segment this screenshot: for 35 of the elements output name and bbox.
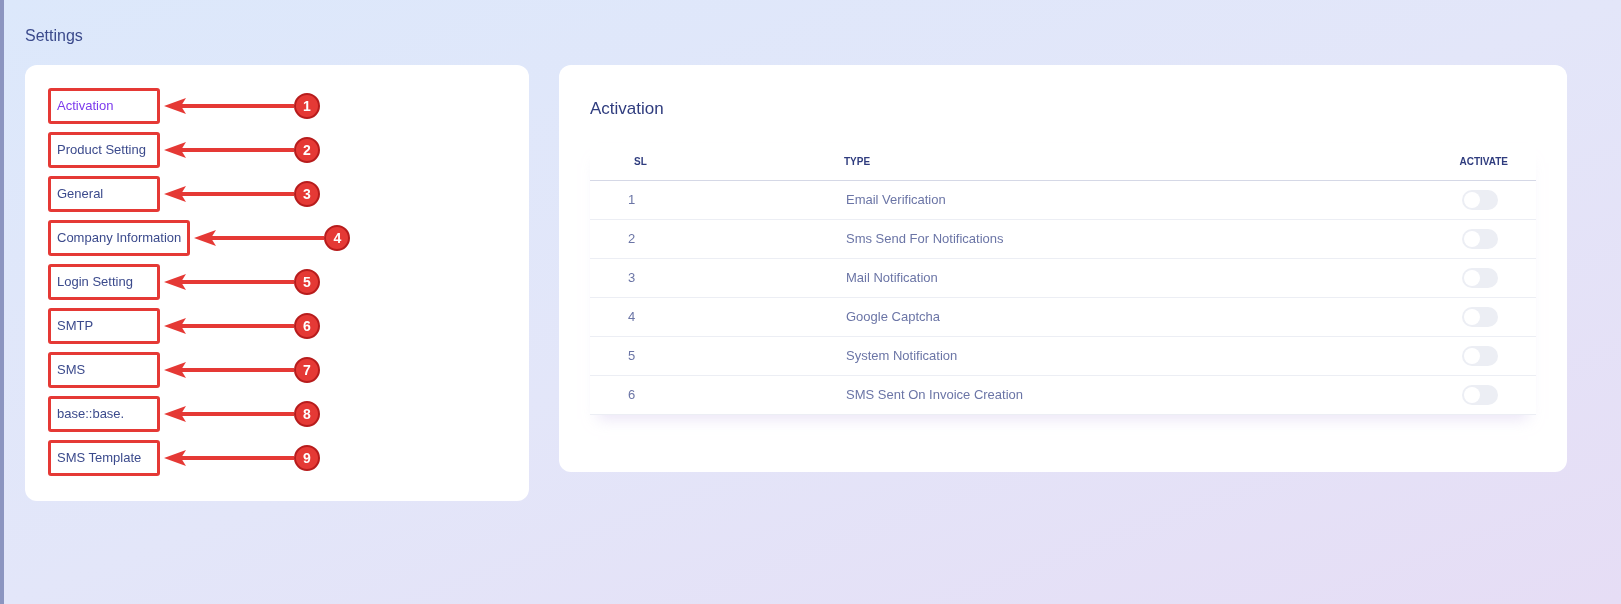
callout-badge: 9 bbox=[294, 445, 320, 471]
table-cell-text: Email Verification bbox=[846, 191, 947, 210]
panel-title: Activation bbox=[590, 98, 665, 120]
menu-item[interactable]: Company Information bbox=[48, 220, 191, 256]
menu-item[interactable]: SMS Template bbox=[48, 440, 160, 476]
table-cell-text: 3 bbox=[628, 269, 637, 288]
menu-item[interactable]: SMS bbox=[48, 352, 160, 388]
menu-item[interactable]: Product Setting bbox=[48, 132, 160, 168]
table-cell-text: System Notification bbox=[846, 347, 959, 366]
menu-item[interactable]: SMTP bbox=[48, 308, 160, 344]
page-title: Settings bbox=[25, 26, 84, 46]
callout-badge: 7 bbox=[294, 357, 320, 383]
column-header: ACTIVATE bbox=[1459, 155, 1508, 169]
callout-badge: 1 bbox=[294, 93, 320, 119]
menu-item[interactable]: General bbox=[48, 176, 160, 212]
callout-badge: 3 bbox=[294, 181, 320, 207]
callout-badge: 8 bbox=[294, 401, 320, 427]
table-cell-text: 1 bbox=[628, 191, 637, 210]
table-cell-text: 4 bbox=[628, 308, 637, 327]
table-cell-text: Google Captcha bbox=[846, 308, 941, 327]
table-cell-text: Sms Send For Notifications bbox=[846, 230, 1005, 249]
menu-item[interactable]: Login Setting bbox=[48, 264, 160, 300]
menu-item[interactable]: base::base. bbox=[48, 396, 160, 432]
callout-badge: 2 bbox=[294, 137, 320, 163]
callout-badge: 5 bbox=[294, 269, 320, 295]
table-cell-text: 2 bbox=[628, 230, 637, 249]
callout-badge: 4 bbox=[324, 225, 351, 251]
table-cell-text: 6 bbox=[628, 386, 637, 405]
table-cell-text: SMS Sent On Invoice Creation bbox=[846, 386, 1025, 405]
menu-item[interactable]: Activation bbox=[48, 88, 160, 124]
table-cell-text: Mail Notification bbox=[846, 269, 939, 288]
callout-badge: 6 bbox=[294, 313, 320, 339]
column-header: SL bbox=[634, 155, 648, 169]
column-header: TYPE bbox=[844, 155, 872, 169]
table-cell-text: 5 bbox=[628, 347, 637, 366]
